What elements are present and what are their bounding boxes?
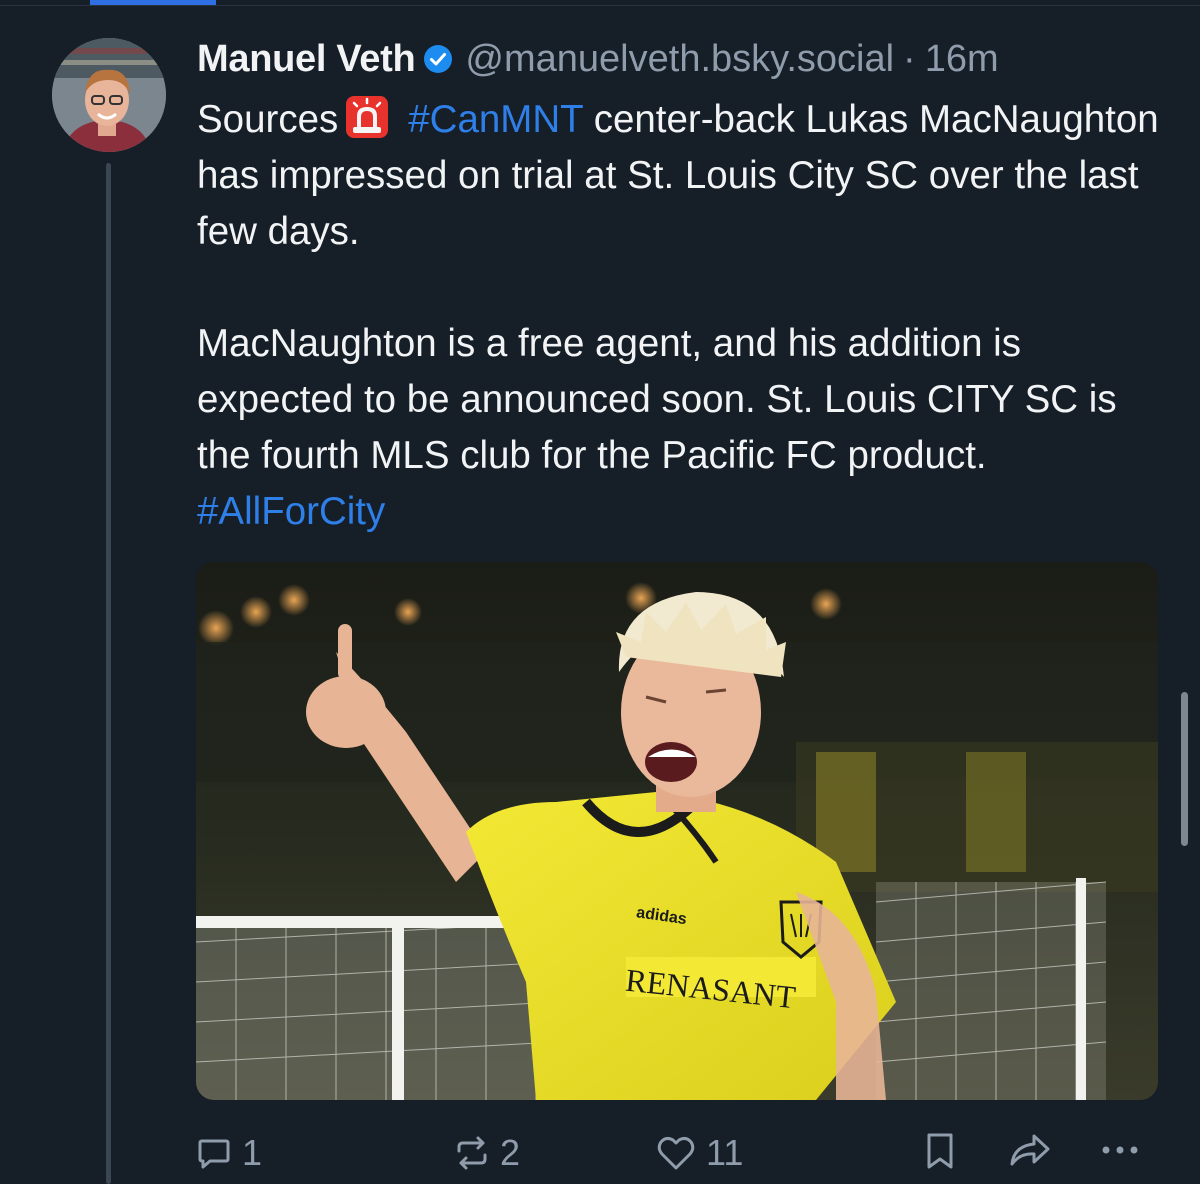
hashtag-canmnt[interactable]: #CanMNT [408, 98, 583, 141]
top-divider [0, 5, 1200, 6]
post-timestamp[interactable]: 16m [925, 38, 999, 81]
scrollbar-thumb[interactable] [1181, 692, 1188, 846]
bookmark-icon [927, 1133, 953, 1169]
repost-count: 2 [500, 1132, 521, 1173]
more-icon [1102, 1146, 1138, 1154]
author-handle[interactable]: @manuelveth.bsky.social [465, 38, 894, 81]
post-text-segment: Sources [197, 98, 339, 141]
like-button[interactable]: 11 [656, 1132, 743, 1174]
post-text-segment: MacNaughton is a free agent, and his add… [197, 322, 1117, 477]
post-actions: 1 2 11 [196, 1132, 1156, 1184]
heart-icon [657, 1136, 695, 1170]
avatar[interactable] [52, 38, 166, 152]
author-display-name[interactable]: Manuel Veth [197, 38, 416, 81]
repost-icon [457, 1136, 487, 1170]
post-paragraph-2: MacNaughton is a free agent, and his add… [197, 316, 1172, 540]
post-body: Sources #CanMNT center-back Lukas MacNau… [197, 92, 1172, 540]
share-icon [1010, 1134, 1050, 1166]
repost-button[interactable]: 2 [454, 1132, 520, 1174]
header-separator: · [903, 37, 916, 80]
reply-button[interactable]: 1 [196, 1132, 262, 1174]
bookmark-button[interactable] [924, 1132, 956, 1170]
post-paragraph-1: Sources #CanMNT center-back Lukas MacNau… [197, 92, 1172, 260]
post-header: Manuel Veth @manuelveth.bsky.social · 16… [197, 34, 999, 84]
post-text-segment: center-back Lukas MacNaughton has impres… [197, 98, 1159, 253]
rotating-light-icon [344, 94, 390, 140]
reply-icon [198, 1139, 230, 1169]
more-options-button[interactable] [1098, 1132, 1142, 1168]
hashtag-allforcity[interactable]: #AllForCity [197, 490, 385, 533]
like-count: 11 [706, 1132, 744, 1173]
thread-connector-line [106, 163, 111, 1184]
post-image[interactable]: RENASANT adidas [196, 562, 1158, 1100]
reply-count: 1 [242, 1132, 263, 1173]
share-button[interactable] [1008, 1132, 1052, 1168]
verified-badge-icon [423, 44, 453, 74]
